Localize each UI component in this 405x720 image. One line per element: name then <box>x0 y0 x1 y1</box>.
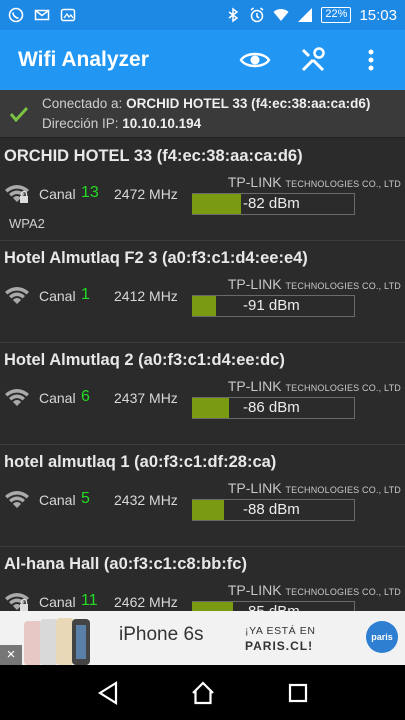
channel-label: Canal <box>39 492 76 508</box>
list-item[interactable]: Hotel Almutlaq F2 3 (a0:f3:c1:d4:ee:e4) … <box>0 241 405 343</box>
wifi-icon <box>5 389 29 406</box>
channel-number: 6 <box>81 388 90 405</box>
list-item[interactable]: hotel almutlaq 1 (a0:f3:c1:df:28:ca) Can… <box>0 445 405 547</box>
signal-dbm: -82 dBm <box>243 195 300 212</box>
home-icon[interactable] <box>190 680 216 706</box>
tools-icon[interactable] <box>297 44 329 76</box>
wifi-status-icon <box>273 9 289 21</box>
ip-label: Dirección IP: <box>42 115 119 131</box>
bluetooth-icon <box>228 7 239 23</box>
ssid: Hotel Almutlaq 2 (a0:f3:c1:d4:ee:dc) <box>4 351 285 369</box>
channel-label: Canal <box>39 186 76 202</box>
vendor: TP-LINK TECHNOLOGIES CO., LTD <box>227 582 401 598</box>
eye-icon[interactable] <box>239 44 271 76</box>
ssid: Hotel Almutlaq F2 3 (a0:f3:c1:d4:ee:e4) <box>4 249 308 267</box>
channel-label: Canal <box>39 390 76 406</box>
signal-meter: -88 dBm <box>192 499 355 521</box>
signal-dbm: -85 dBm <box>243 603 300 611</box>
signal-dbm: -86 dBm <box>243 399 300 416</box>
ad-promo: ¡YA ESTÁ EN PARIS.CL! <box>245 625 316 653</box>
vendor: TP-LINK TECHNOLOGIES CO., LTD <box>227 480 401 496</box>
signal-meter: -85 dBm <box>192 601 355 611</box>
channel-number: 5 <box>81 490 90 507</box>
signal-meter: -82 dBm <box>192 193 355 215</box>
close-ad-button[interactable]: × <box>0 645 22 665</box>
connected-network: ORCHID HOTEL 33 (f4:ec:38:aa:ca:d6) <box>126 95 371 111</box>
ssid: ORCHID HOTEL 33 (f4:ec:38:aa:ca:d6) <box>4 147 303 165</box>
frequency: 2462 MHz <box>114 594 178 610</box>
frequency: 2432 MHz <box>114 492 178 508</box>
signal-fill <box>192 398 230 418</box>
security-type: WPA2 <box>9 216 45 231</box>
list-item[interactable]: Hotel Almutlaq 2 (a0:f3:c1:d4:ee:dc) Can… <box>0 343 405 445</box>
vendor: TP-LINK TECHNOLOGIES CO., LTD <box>227 378 401 394</box>
access-point-list[interactable]: ORCHID HOTEL 33 (f4:ec:38:aa:ca:d6) Cana… <box>0 139 405 611</box>
clock: 15:03 <box>359 6 397 24</box>
channel-label: Canal <box>39 594 76 610</box>
frequency: 2412 MHz <box>114 288 178 304</box>
whatsapp-icon <box>8 7 24 23</box>
frequency: 2437 MHz <box>114 390 178 406</box>
wifi-locked-icon <box>5 185 29 203</box>
signal-fill <box>192 602 233 611</box>
navigation-bar <box>0 665 405 720</box>
vendor: TP-LINK TECHNOLOGIES CO., LTD <box>227 276 401 292</box>
channel-number: 1 <box>81 286 90 303</box>
frequency: 2472 MHz <box>114 186 178 202</box>
list-item[interactable]: Al-hana Hall (a0:f3:c1:c8:bb:fc) Canal 1… <box>0 547 405 611</box>
signal-fill <box>192 194 241 214</box>
ad-brand: iPhone 6s <box>119 624 204 645</box>
channel-number: 13 <box>81 184 99 201</box>
alarm-icon <box>250 7 264 23</box>
connection-info: Conectado a: ORCHID HOTEL 33 (f4:ec:38:a… <box>0 90 405 138</box>
signal-fill <box>192 296 217 316</box>
connected-label: Conectado a: <box>42 95 123 111</box>
vendor: TP-LINK TECHNOLOGIES CO., LTD <box>227 174 401 190</box>
mail-icon <box>34 9 50 21</box>
ip-address: 10.10.10.194 <box>122 115 202 131</box>
phones-image <box>24 618 90 665</box>
app-title: Wifi Analyzer <box>18 48 149 71</box>
list-item[interactable]: ORCHID HOTEL 33 (f4:ec:38:aa:ca:d6) Cana… <box>0 139 405 241</box>
wifi-icon <box>5 287 29 304</box>
recents-icon[interactable] <box>285 680 311 706</box>
ad-banner[interactable]: × iPhone 6s ¡YA ESTÁ EN PARIS.CL! paris <box>0 611 405 665</box>
channel-label: Canal <box>39 288 76 304</box>
gallery-icon <box>60 8 76 22</box>
channel-number: 11 <box>81 592 98 609</box>
signal-dbm: -91 dBm <box>243 297 300 314</box>
ssid: Al-hana Hall (a0:f3:c1:c8:bb:fc) <box>4 555 247 573</box>
wifi-locked-icon <box>5 593 29 611</box>
check-icon <box>9 106 29 122</box>
ad-logo: paris <box>366 621 398 653</box>
battery-level: 22% <box>321 7 352 23</box>
cell-signal-icon <box>298 8 313 22</box>
app-bar: Wifi Analyzer <box>0 30 405 90</box>
signal-fill <box>192 500 225 520</box>
signal-dbm: -88 dBm <box>243 501 300 518</box>
overflow-menu-icon[interactable] <box>355 44 387 76</box>
back-icon[interactable] <box>95 680 121 706</box>
status-bar: 22% 15:03 <box>0 0 405 30</box>
wifi-icon <box>5 491 29 508</box>
ssid: hotel almutlaq 1 (a0:f3:c1:df:28:ca) <box>4 453 277 471</box>
signal-meter: -86 dBm <box>192 397 355 419</box>
signal-meter: -91 dBm <box>192 295 355 317</box>
